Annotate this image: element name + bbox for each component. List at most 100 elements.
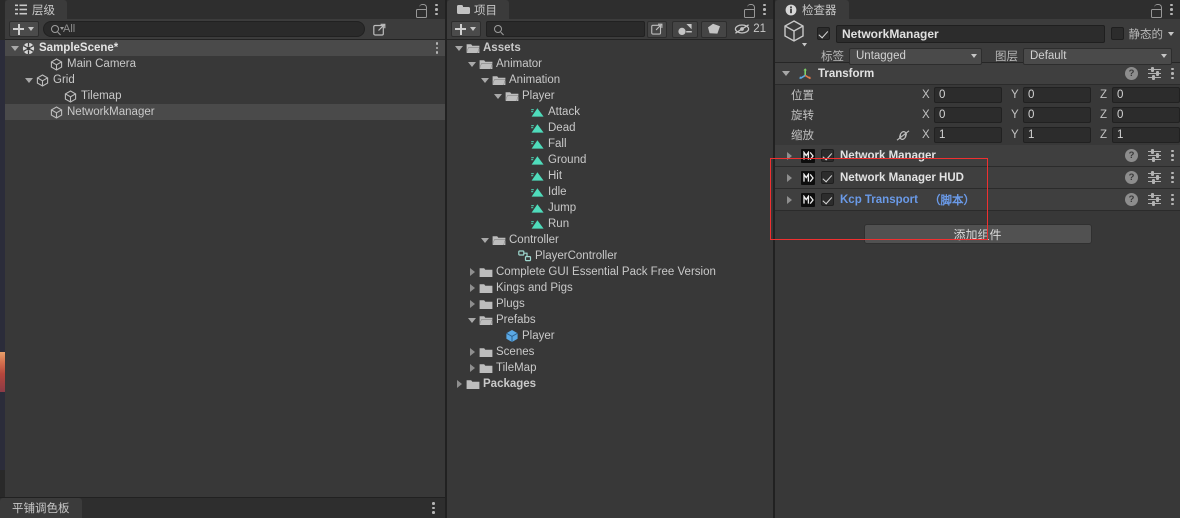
expand-triangle-open[interactable] xyxy=(466,314,478,326)
project-row[interactable]: Prefabs xyxy=(447,312,773,328)
project-row[interactable]: Player xyxy=(447,88,773,104)
expand-triangle-closed[interactable] xyxy=(466,298,478,310)
hierarchy-expand-button[interactable] xyxy=(369,21,389,38)
project-row[interactable]: Ground xyxy=(447,152,773,168)
project-create-button[interactable] xyxy=(451,21,481,37)
project-row[interactable]: TileMap xyxy=(447,360,773,376)
project-row[interactable]: Controller xyxy=(447,232,773,248)
project-row[interactable]: Complete GUI Essential Pack Free Version xyxy=(447,264,773,280)
component-row[interactable]: Kcp Transport （脚本）? xyxy=(775,189,1180,211)
transform-z-input[interactable]: 0 xyxy=(1112,87,1180,103)
help-icon[interactable]: ? xyxy=(1125,149,1138,162)
add-component-button[interactable]: 添加组件 xyxy=(863,224,1092,244)
transform-expand-triangle[interactable] xyxy=(780,68,792,80)
tab-tile-palette[interactable]: 平铺调色板 xyxy=(0,498,82,518)
transform-z-input[interactable]: 1 xyxy=(1112,127,1180,143)
inspector-menu-icon[interactable] xyxy=(1170,3,1173,16)
scale-link-icon[interactable] xyxy=(896,129,910,141)
hierarchy-scene-row[interactable]: SampleScene* xyxy=(5,40,445,56)
hierarchy-row[interactable]: NetworkManager xyxy=(5,104,445,120)
lock-icon[interactable] xyxy=(1150,3,1162,18)
transform-x-input[interactable]: 0 xyxy=(934,87,1002,103)
expand-triangle-closed[interactable] xyxy=(783,150,795,162)
preset-icon[interactable] xyxy=(1148,148,1161,163)
project-tree[interactable]: Assets Animator Animation Player Attack Dead F… xyxy=(447,40,773,392)
static-dropdown-icon[interactable] xyxy=(1168,31,1174,36)
expand-triangle-open[interactable] xyxy=(479,234,491,246)
hierarchy-menu-icon[interactable] xyxy=(435,3,438,16)
lock-icon[interactable] xyxy=(743,3,755,18)
project-row[interactable]: Plugs xyxy=(447,296,773,312)
component-row[interactable]: Network Manager HUD? xyxy=(775,167,1180,189)
preset-icon[interactable] xyxy=(1148,170,1161,185)
project-row[interactable]: Jump xyxy=(447,200,773,216)
expand-triangle-open[interactable] xyxy=(466,58,478,70)
expand-triangle-closed[interactable] xyxy=(466,346,478,358)
expand-triangle-open[interactable] xyxy=(492,90,504,102)
expand-triangle-closed[interactable] xyxy=(466,266,478,278)
preset-icon[interactable] xyxy=(1148,192,1161,207)
project-row[interactable]: Fall xyxy=(447,136,773,152)
help-icon[interactable]: ? xyxy=(1125,193,1138,206)
project-row[interactable]: Run xyxy=(447,216,773,232)
tab-inspector[interactable]: 检查器 xyxy=(775,0,849,19)
hierarchy-row[interactable]: Tilemap xyxy=(5,88,445,104)
project-row[interactable]: PlayerController xyxy=(447,248,773,264)
project-row[interactable]: Scenes xyxy=(447,344,773,360)
project-row[interactable]: Attack xyxy=(447,104,773,120)
project-row[interactable]: Hit xyxy=(447,168,773,184)
expand-triangle-open[interactable] xyxy=(23,74,35,86)
tab-project[interactable]: 项目 xyxy=(447,0,509,19)
transform-component-header[interactable]: Transform ? xyxy=(775,63,1180,85)
expand-triangle-open[interactable] xyxy=(479,74,491,86)
project-type-filter-button[interactable] xyxy=(672,20,699,38)
project-menu-icon[interactable] xyxy=(763,3,766,16)
component-enabled-checkbox[interactable] xyxy=(821,171,834,184)
scene-row-menu-icon[interactable] xyxy=(435,42,445,54)
expand-triangle-closed[interactable] xyxy=(466,282,478,294)
expand-triangle-closed[interactable] xyxy=(783,194,795,206)
layer-dropdown[interactable]: Default xyxy=(1023,47,1172,65)
component-enabled-checkbox[interactable] xyxy=(821,193,834,206)
component-menu-icon[interactable] xyxy=(1171,149,1174,162)
hierarchy-row[interactable]: Main Camera xyxy=(5,56,445,72)
tab-hierarchy[interactable]: 层级 xyxy=(5,0,67,19)
project-label-filter-button[interactable] xyxy=(701,20,728,38)
component-row[interactable]: Network Manager? xyxy=(775,145,1180,167)
transform-x-input[interactable]: 0 xyxy=(934,107,1002,123)
project-row[interactable]: Dead xyxy=(447,120,773,136)
expand-triangle-open[interactable] xyxy=(453,42,465,54)
project-row[interactable]: Animator xyxy=(447,56,773,72)
expand-triangle-open[interactable] xyxy=(9,42,21,54)
hierarchy-row[interactable]: Grid xyxy=(5,72,445,88)
project-expand-button[interactable] xyxy=(647,20,668,38)
lock-icon[interactable] xyxy=(415,3,427,18)
project-row[interactable]: Kings and Pigs xyxy=(447,280,773,296)
tile-palette-menu-icon[interactable] xyxy=(432,502,435,514)
transform-y-input[interactable]: 0 xyxy=(1023,87,1091,103)
hierarchy-tree[interactable]: SampleScene* Main Camera Grid Tilemap Networ… xyxy=(5,40,445,120)
expand-triangle-closed[interactable] xyxy=(466,362,478,374)
hierarchy-search-input[interactable]: All xyxy=(43,21,365,37)
component-menu-icon[interactable] xyxy=(1171,171,1174,184)
static-checkbox[interactable] xyxy=(1110,27,1124,40)
transform-x-input[interactable]: 1 xyxy=(934,127,1002,143)
component-menu-icon[interactable] xyxy=(1171,193,1174,206)
transform-z-input[interactable]: 0 xyxy=(1112,107,1180,123)
help-icon[interactable]: ? xyxy=(1125,67,1138,80)
object-name-field[interactable]: NetworkManager xyxy=(836,24,1105,43)
help-icon[interactable]: ? xyxy=(1125,171,1138,184)
project-row[interactable]: Packages xyxy=(447,376,773,392)
hierarchy-create-button[interactable] xyxy=(9,21,39,37)
expand-triangle-closed[interactable] xyxy=(453,378,465,390)
transform-y-input[interactable]: 1 xyxy=(1023,127,1091,143)
project-row[interactable]: Player xyxy=(447,328,773,344)
project-row[interactable]: Animation xyxy=(447,72,773,88)
expand-triangle-closed[interactable] xyxy=(783,172,795,184)
project-row[interactable]: Idle xyxy=(447,184,773,200)
object-enabled-checkbox[interactable] xyxy=(817,27,830,40)
project-hidden-items-indicator[interactable]: 21 xyxy=(731,21,769,38)
transform-y-input[interactable]: 0 xyxy=(1023,107,1091,123)
project-search-input[interactable] xyxy=(486,21,646,37)
transform-menu-icon[interactable] xyxy=(1171,67,1174,80)
